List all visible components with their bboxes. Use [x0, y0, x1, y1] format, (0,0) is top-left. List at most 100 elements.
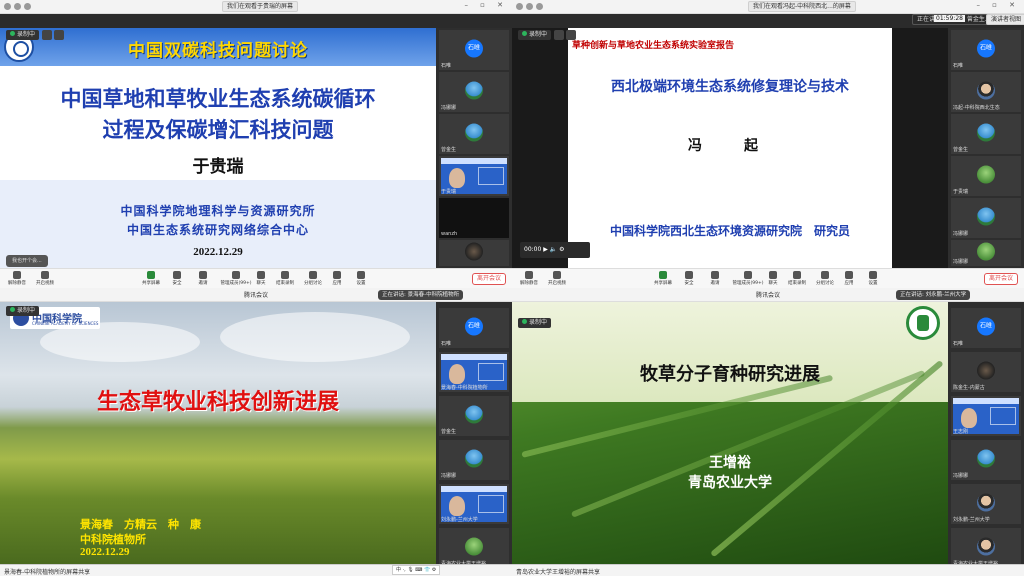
invite-icon — [711, 271, 719, 279]
settings-button[interactable]: 设置 — [858, 271, 888, 286]
breakout-icon — [309, 271, 317, 279]
toolbar-label: 开启视频 — [36, 281, 54, 286]
settings-button[interactable]: 设置 — [346, 271, 376, 286]
speaking-indicator: 正在讲话: 刘永鹏-兰州大学 — [896, 290, 971, 300]
slide-title: 生态草牧业科技创新进展 — [96, 390, 339, 415]
participant-tile[interactable]: 冯娜娜 — [439, 72, 509, 112]
shield-icon — [173, 271, 181, 279]
start-video-button[interactable]: 开启视频 — [542, 271, 572, 286]
slide-university: 青岛农业大学 — [688, 475, 772, 491]
participant-name: 冯娜娜 — [953, 259, 969, 265]
speech-bubble[interactable]: 我也开个会... — [6, 255, 48, 267]
stop-record-button[interactable] — [566, 30, 576, 40]
leave-meeting-button[interactable]: 离开会议 — [471, 273, 506, 285]
invite-icon — [199, 271, 207, 279]
layout-button[interactable]: 演讲者视图 — [986, 14, 1024, 25]
invite-button[interactable]: 邀请 — [700, 271, 730, 286]
info-icon — [536, 3, 543, 10]
participant-tile[interactable]: 陈金生-内蒙古 — [951, 352, 1021, 392]
participant-tile[interactable]: 曾金生 — [439, 114, 509, 154]
stop-record-button[interactable] — [54, 30, 64, 40]
toolbar-label: 结束录制 — [788, 281, 806, 286]
participant-tile[interactable]: 于贵瑞 — [951, 156, 1021, 196]
participant-sidebar[interactable]: 石唯石唯 景海春-中科院植物所 曾金生 冯娜娜 刘永鹏-兰州大学 青海农业大学王… — [436, 302, 512, 568]
participant-name: 冯起-中科院西北生态 — [953, 105, 1000, 111]
avatar — [977, 165, 995, 184]
window-controls[interactable]: – ▫ ✕ — [464, 1, 508, 9]
recording-badge[interactable]: 录制中 — [518, 318, 552, 328]
panel-yu-guirui: 我们在观看于贵瑞的屏幕 – ▫ ✕ 中国双碳科技问题讨论 中国草地和草牧业生态系… — [0, 0, 512, 288]
participant-tile[interactable]: 石唯 石唯 — [951, 308, 1021, 348]
participant-tile[interactable]: 曾金生 — [951, 114, 1021, 154]
participant-tile[interactable]: 刘永鹏-兰州大学 — [439, 484, 509, 524]
participant-tile[interactable]: 青海农业大学王增裕 — [439, 528, 509, 568]
app-icon — [516, 3, 523, 10]
avatar — [465, 537, 483, 556]
avatar — [977, 361, 995, 380]
participant-tile[interactable]: 石唯 石唯 — [951, 30, 1021, 70]
avatar — [465, 405, 483, 424]
panel-feng-qi: 我们在观看冯起-中科院西北...的屏幕 – ▫ ✕ 正在讲话: 于贵瑞; 曾金生… — [512, 0, 1024, 288]
leave-meeting-button[interactable]: 离开会议 — [983, 273, 1018, 285]
recording-badge[interactable]: 录制中 — [6, 306, 40, 316]
participant-name: 刘永鹏-兰州大学 — [441, 517, 478, 523]
record-icon — [281, 271, 289, 279]
participant-tile[interactable]: 冯娜娜 — [951, 440, 1021, 480]
network-icon — [14, 3, 21, 10]
participant-sidebar[interactable]: 石唯 石唯 冯起-中科院西北生态 曾金生 于贵瑞 冯娜娜 冯娜娜 — [948, 28, 1024, 268]
unmute-button[interactable]: 解除静音 — [2, 271, 32, 286]
participant-tile[interactable]: 冯娜娜 — [951, 198, 1021, 238]
participant-tile[interactable]: 刘永鹏-兰州大学 — [951, 484, 1021, 524]
window-controls[interactable]: – ▫ ✕ — [976, 1, 1020, 9]
recording-badge[interactable]: 录制中 — [6, 30, 40, 40]
slide-org2: 中国生态系统研究网络综合中心 — [126, 223, 309, 237]
end-record-button[interactable]: 结束录制 — [782, 271, 812, 286]
participant-tile[interactable]: 曾金生 — [439, 396, 509, 436]
end-record-button[interactable]: 结束录制 — [270, 271, 300, 286]
participant-tile[interactable]: 青海农业大学王增裕 — [951, 528, 1021, 568]
meeting-timer: 01:59:28 — [934, 15, 965, 22]
slide-title-line2: 过程及保碳增汇科技问题 — [102, 118, 334, 142]
slide-org: 中国科学院西北生态环境资源研究院 研究员 — [609, 224, 850, 238]
participant-tile[interactable]: 景海春-中科院植物所 — [439, 352, 509, 392]
avatar: 石唯 — [465, 39, 483, 58]
participant-tile[interactable]: 石唯 石唯 — [439, 308, 509, 348]
recording-dot-icon — [10, 31, 15, 36]
participant-tile[interactable]: wanzh — [439, 198, 509, 238]
slide-title: 西北极端环境生态系统修复理论与技术 — [611, 79, 849, 95]
participant-tile[interactable]: 于贵瑞 — [439, 156, 509, 196]
ime-toolbar[interactable]: 中 ·, 🎙 ⌨ 👕 ⚙ — [392, 565, 441, 575]
university-seal-icon — [906, 306, 940, 340]
participant-sidebar[interactable]: 石唯石唯 陈金生-内蒙古 王志刚 冯娜娜 刘永鹏-兰州大学 青海农业大学王增裕 — [948, 302, 1024, 568]
participant-tile[interactable] — [439, 240, 509, 266]
shared-slide: 草种创新与草地农业生态系统实验室报告 西北极端环境生态系统修复理论与技术 冯 起… — [512, 28, 948, 268]
participant-name: 冯娜娜 — [441, 105, 457, 111]
start-video-button[interactable]: 开启视频 — [30, 271, 60, 286]
avatar — [977, 449, 995, 468]
invite-button[interactable]: 邀请 — [188, 271, 218, 286]
avatar — [465, 242, 483, 261]
recording-label: 录制中 — [17, 307, 36, 314]
recording-badge[interactable]: 录制中 — [518, 30, 552, 40]
participant-sidebar[interactable]: 石唯 石唯 冯娜娜 曾金生 于贵瑞 wanzh — [436, 28, 512, 268]
recording-label: 录制中 — [17, 31, 36, 38]
participant-tile[interactable]: 石唯 石唯 — [439, 30, 509, 70]
chat-icon — [257, 271, 265, 279]
pause-record-button[interactable] — [554, 30, 564, 40]
gear-icon — [869, 271, 877, 279]
participant-tile[interactable]: 冯起-中科院西北生态 — [951, 72, 1021, 112]
members-icon — [744, 271, 752, 279]
viewing-screen-label: 我们在观看冯起-中科院西北...的屏幕 — [748, 1, 856, 12]
toolbar-label: 开启视频 — [548, 281, 566, 286]
media-player[interactable]: 00:00 ▶ 🔈 ⚙ — [520, 242, 590, 258]
participant-tile[interactable]: 冯娜娜 — [951, 240, 1021, 266]
pause-record-button[interactable] — [42, 30, 52, 40]
apps-icon — [333, 271, 341, 279]
chat-icon — [769, 271, 777, 279]
participant-tile[interactable]: 冯娜娜 — [439, 440, 509, 480]
unmute-button[interactable]: 解除静音 — [514, 271, 544, 286]
avatar — [977, 123, 995, 142]
meeting-toolbar: 解除静音 开启视频 共享屏幕 安全 邀请 管理成员(99+) 聊天 结束录制 分… — [512, 268, 1024, 288]
participant-tile[interactable]: 王志刚 — [951, 396, 1021, 436]
network-icon — [526, 3, 533, 10]
